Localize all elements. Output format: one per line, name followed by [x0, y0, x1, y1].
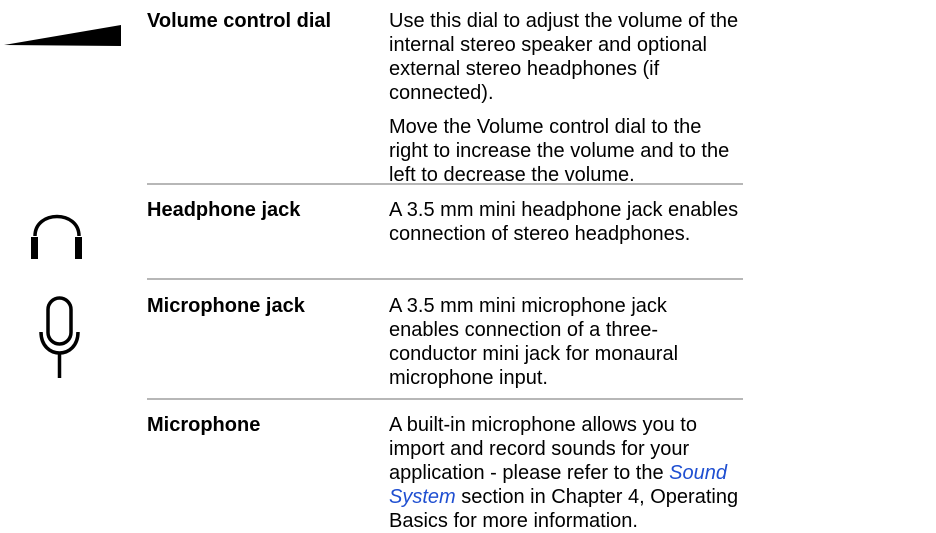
desc-paragraph: A 3.5 mm mini headphone jack enables con…	[389, 199, 739, 245]
desc-paragraph: Use this dial to adjust the volume of th…	[389, 10, 739, 104]
term-headphone-jack: Headphone jack	[147, 199, 301, 221]
headphones-icon	[31, 214, 82, 259]
desc-paragraph: Move the Volume control dial to the righ…	[389, 116, 730, 186]
term-microphone: Microphone	[147, 414, 261, 436]
volume-wedge-icon	[4, 25, 121, 46]
microphone-icon	[39, 296, 80, 378]
divider	[147, 183, 743, 185]
desc-microphone: A built-in microphone allows you to impo…	[389, 413, 739, 533]
term-volume-control-dial: Volume control dial	[147, 10, 332, 32]
desc-paragraph: A 3.5 mm mini microphone jack enables co…	[389, 295, 679, 389]
divider	[147, 398, 743, 400]
desc-paragraph: A built-in microphone allows you to impo…	[389, 413, 739, 533]
desc-volume-control-dial: Use this dial to adjust the volume of th…	[389, 9, 739, 187]
term-microphone-jack: Microphone jack	[147, 295, 305, 317]
desc-microphone-jack: A 3.5 mm mini microphone jack enables co…	[389, 294, 739, 390]
desc-headphone-jack: A 3.5 mm mini headphone jack enables con…	[389, 198, 739, 246]
desc-text-before-link: A built-in microphone allows you to impo…	[389, 414, 697, 484]
divider	[147, 278, 743, 280]
